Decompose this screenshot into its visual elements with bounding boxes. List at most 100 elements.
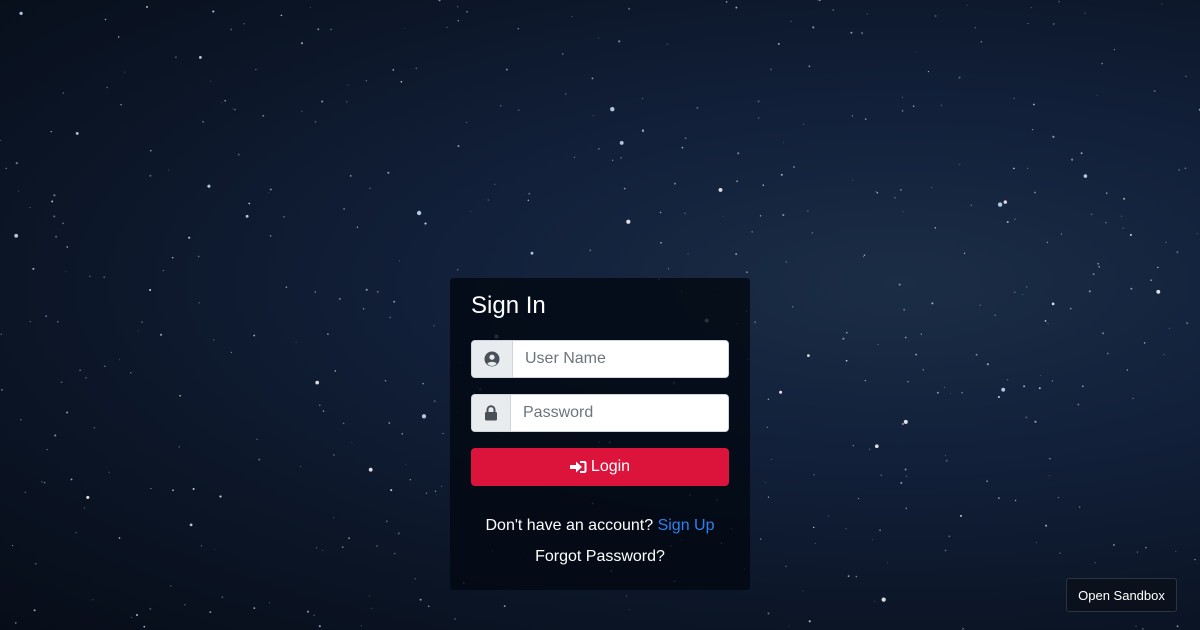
sign-up-link[interactable]: Sign Up	[658, 517, 715, 534]
star	[961, 392, 963, 394]
star	[628, 7, 631, 10]
star	[666, 43, 668, 45]
username-input[interactable]	[513, 341, 728, 377]
star	[808, 65, 811, 68]
star	[136, 614, 138, 616]
star	[920, 333, 922, 335]
star	[1069, 307, 1072, 310]
star	[908, 340, 910, 342]
star	[1176, 251, 1179, 254]
star	[793, 166, 795, 168]
star	[221, 596, 224, 598]
star	[219, 495, 222, 498]
star	[660, 241, 662, 244]
star	[936, 391, 939, 394]
star	[788, 625, 790, 627]
sign-in-icon	[569, 460, 587, 474]
star	[405, 463, 407, 465]
star	[137, 330, 139, 332]
star	[1176, 625, 1179, 628]
star	[1129, 233, 1132, 236]
star	[850, 31, 853, 34]
star	[45, 315, 48, 317]
star	[43, 481, 46, 484]
star	[369, 187, 371, 189]
star	[149, 174, 152, 177]
star	[813, 474, 815, 476]
star	[248, 202, 251, 205]
star	[1135, 625, 1137, 627]
star	[86, 495, 90, 499]
star	[503, 605, 506, 607]
star	[1084, 12, 1086, 14]
star	[149, 607, 152, 610]
star	[876, 191, 879, 194]
star	[269, 188, 272, 191]
star	[610, 107, 615, 112]
star	[19, 11, 23, 16]
star	[907, 380, 909, 383]
star	[1145, 546, 1147, 549]
star	[997, 497, 1000, 500]
star	[207, 184, 211, 188]
star	[341, 546, 344, 549]
star	[623, 187, 626, 190]
star	[861, 32, 864, 35]
star	[269, 235, 272, 237]
star	[618, 40, 621, 43]
star	[306, 610, 310, 613]
password-input[interactable]	[511, 395, 728, 431]
star	[812, 26, 815, 29]
star	[487, 199, 489, 201]
star	[874, 601, 876, 603]
star	[404, 28, 405, 29]
forgot-password-link[interactable]: Forgot Password?	[535, 548, 665, 565]
star	[1098, 265, 1101, 268]
star	[1106, 192, 1108, 194]
star	[35, 563, 37, 565]
star	[119, 359, 121, 361]
star	[659, 211, 662, 214]
star	[1035, 541, 1038, 544]
star	[903, 308, 906, 311]
star	[783, 141, 785, 143]
star	[392, 69, 395, 71]
star	[12, 545, 14, 547]
star	[351, 442, 353, 444]
star	[33, 609, 36, 612]
sign-in-title: Sign In	[471, 292, 546, 319]
star	[253, 607, 256, 609]
star	[994, 314, 996, 317]
star	[356, 226, 359, 228]
star	[313, 614, 316, 617]
star	[62, 222, 64, 225]
star	[1141, 627, 1144, 630]
star	[1175, 550, 1177, 553]
star	[268, 191, 269, 193]
star	[75, 131, 79, 135]
star	[494, 183, 496, 185]
star	[1040, 375, 1042, 376]
star	[1123, 197, 1126, 200]
star	[945, 459, 948, 462]
star	[1081, 385, 1084, 388]
star	[564, 93, 567, 95]
star	[944, 454, 947, 457]
star	[1157, 266, 1159, 269]
star	[283, 215, 285, 218]
open-sandbox-button[interactable]: Open Sandbox	[1066, 578, 1177, 612]
star	[1014, 499, 1017, 502]
star	[1022, 294, 1024, 296]
star	[310, 7, 311, 8]
star	[65, 271, 67, 273]
star	[681, 146, 684, 149]
star	[767, 398, 770, 400]
star	[436, 494, 437, 496]
star	[295, 341, 297, 343]
star	[234, 108, 236, 111]
login-button[interactable]: Login	[471, 448, 729, 486]
star	[782, 213, 785, 217]
star	[167, 169, 169, 171]
star	[571, 16, 573, 18]
star	[70, 478, 73, 481]
